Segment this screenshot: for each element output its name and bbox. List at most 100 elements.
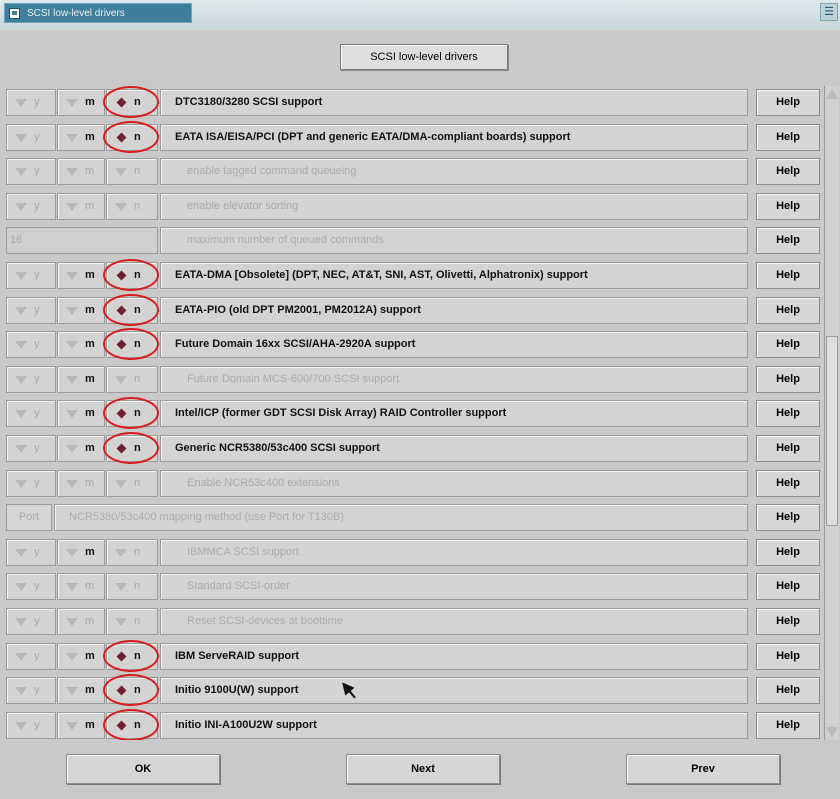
radio-y[interactable]: y [6,608,56,635]
radio-y[interactable]: y [6,192,56,220]
ok-button[interactable]: OK [66,754,220,784]
window-title-tab[interactable]: SCSI low-level drivers [4,3,192,23]
scroll-up-icon[interactable] [826,88,838,99]
next-button[interactable]: Next [346,754,500,784]
radio-y[interactable]: y [6,400,56,428]
help-button[interactable]: Help [756,573,820,601]
option-label[interactable]: Standard SCSI-order [160,573,748,601]
radio-n[interactable]: n [106,538,158,566]
radio-y[interactable]: y [6,89,56,116]
prev-button[interactable]: Prev [626,754,780,784]
radio-n[interactable]: n [106,608,158,635]
help-button[interactable]: Help [756,192,820,220]
option-label[interactable]: Intel/ICP (former GDT SCSI Disk Array) R… [160,400,748,428]
help-button[interactable]: Help [756,642,820,670]
radio-y[interactable]: y [6,711,56,739]
choice-button[interactable]: Port [6,504,52,532]
maximize-button[interactable]: ☰ [820,3,838,21]
help-button[interactable]: Help [756,123,820,151]
radio-n[interactable]: n [106,573,158,601]
radio-n[interactable]: n [106,469,158,497]
help-button[interactable]: Help [756,538,820,566]
radio-y[interactable]: y [6,296,56,324]
radio-y[interactable]: y [6,642,56,670]
option-label[interactable]: Future Domain MCS-600/700 SCSI support [160,365,748,393]
radio-m[interactable]: m [57,469,105,497]
scroll-thumb[interactable] [826,336,838,526]
radio-m[interactable]: m [57,711,105,739]
option-label[interactable]: IBM ServeRAID support [160,642,748,670]
help-button[interactable]: Help [756,400,820,428]
help-button[interactable]: Help [756,158,820,186]
radio-m-label: m [85,545,95,558]
radio-y-label: y [34,615,40,627]
option-label[interactable]: EATA-DMA [Obsolete] (DPT, NEC, AT&T, SNI… [160,262,748,289]
radio-m[interactable]: m [57,608,105,635]
radio-m[interactable]: m [57,400,105,428]
annotation-circle [103,120,159,153]
option-label[interactable]: Future Domain 16xx SCSI/AHA-2920A suppor… [160,331,748,359]
number-field[interactable]: 16 [6,227,158,255]
help-button[interactable]: Help [756,435,820,462]
radio-y[interactable]: y [6,573,56,601]
radio-m[interactable]: m [57,435,105,462]
chevron-down-icon [15,687,27,696]
option-label[interactable]: Reset SCSI-devices at boottime [160,608,748,635]
radio-n[interactable]: n [106,192,158,220]
radio-m[interactable]: m [57,573,105,601]
option-label[interactable]: Enable NCR53c400 extensions [160,469,748,497]
radio-y[interactable]: y [6,123,56,151]
help-button[interactable]: Help [756,365,820,393]
option-label[interactable]: enable tagged command queueing [160,158,748,186]
radio-y[interactable]: y [6,331,56,359]
option-label[interactable]: Initio 9100U(W) support [160,677,748,705]
radio-n[interactable]: n [106,365,158,393]
radio-y[interactable]: y [6,435,56,462]
scroll-down-icon[interactable] [826,727,838,738]
radio-y[interactable]: y [6,262,56,289]
option-row: y m n Future Domain 16xx SCSI/AHA-2920A sup… [6,328,824,361]
help-button[interactable]: Help [756,608,820,635]
option-label[interactable]: DTC3180/3280 SCSI support [160,89,748,116]
option-label[interactable]: IBMMCA SCSI support [160,538,748,566]
radio-y[interactable]: y [6,538,56,566]
help-button[interactable]: Help [756,331,820,359]
option-label[interactable]: enable elevator sorting [160,192,748,220]
option-label[interactable]: EATA ISA/EISA/PCI (DPT and generic EATA/… [160,123,748,151]
help-button[interactable]: Help [756,89,820,116]
radio-m[interactable]: m [57,123,105,151]
radio-m[interactable]: m [57,677,105,705]
radio-m[interactable]: m [57,262,105,289]
help-button[interactable]: Help [756,711,820,739]
radio-m[interactable]: m [57,642,105,670]
chevron-down-icon [15,375,27,384]
option-label[interactable]: Generic NCR5380/53c400 SCSI support [160,435,748,462]
option-label[interactable]: NCR5380/53c400 mapping method (use Port … [54,504,748,532]
radio-y[interactable]: y [6,469,56,497]
radio-m[interactable]: m [57,192,105,220]
option-label[interactable]: EATA-PIO (old DPT PM2001, PM2012A) suppo… [160,296,748,324]
chevron-down-icon [15,548,27,557]
option-label[interactable]: Initio INI-A100U2W support [160,711,748,739]
help-button[interactable]: Help [756,469,820,497]
help-button[interactable]: Help [756,262,820,289]
radio-m[interactable]: m [57,89,105,116]
vertical-scrollbar[interactable] [824,86,839,740]
section-heading-button[interactable]: SCSI low-level drivers [340,44,508,70]
help-button[interactable]: Help [756,227,820,255]
radio-y[interactable]: y [6,158,56,186]
radio-n[interactable]: n [106,158,158,186]
radio-m[interactable]: m [57,538,105,566]
window-menu-icon[interactable] [9,8,20,19]
annotation-circle [103,293,159,326]
radio-m[interactable]: m [57,158,105,186]
help-button[interactable]: Help [756,677,820,705]
radio-m[interactable]: m [57,296,105,324]
option-label[interactable]: maximum number of queued commands [160,227,748,255]
radio-m[interactable]: m [57,331,105,359]
radio-y[interactable]: y [6,365,56,393]
help-button[interactable]: Help [756,296,820,324]
help-button[interactable]: Help [756,504,820,532]
radio-m[interactable]: m [57,365,105,393]
radio-y[interactable]: y [6,677,56,705]
